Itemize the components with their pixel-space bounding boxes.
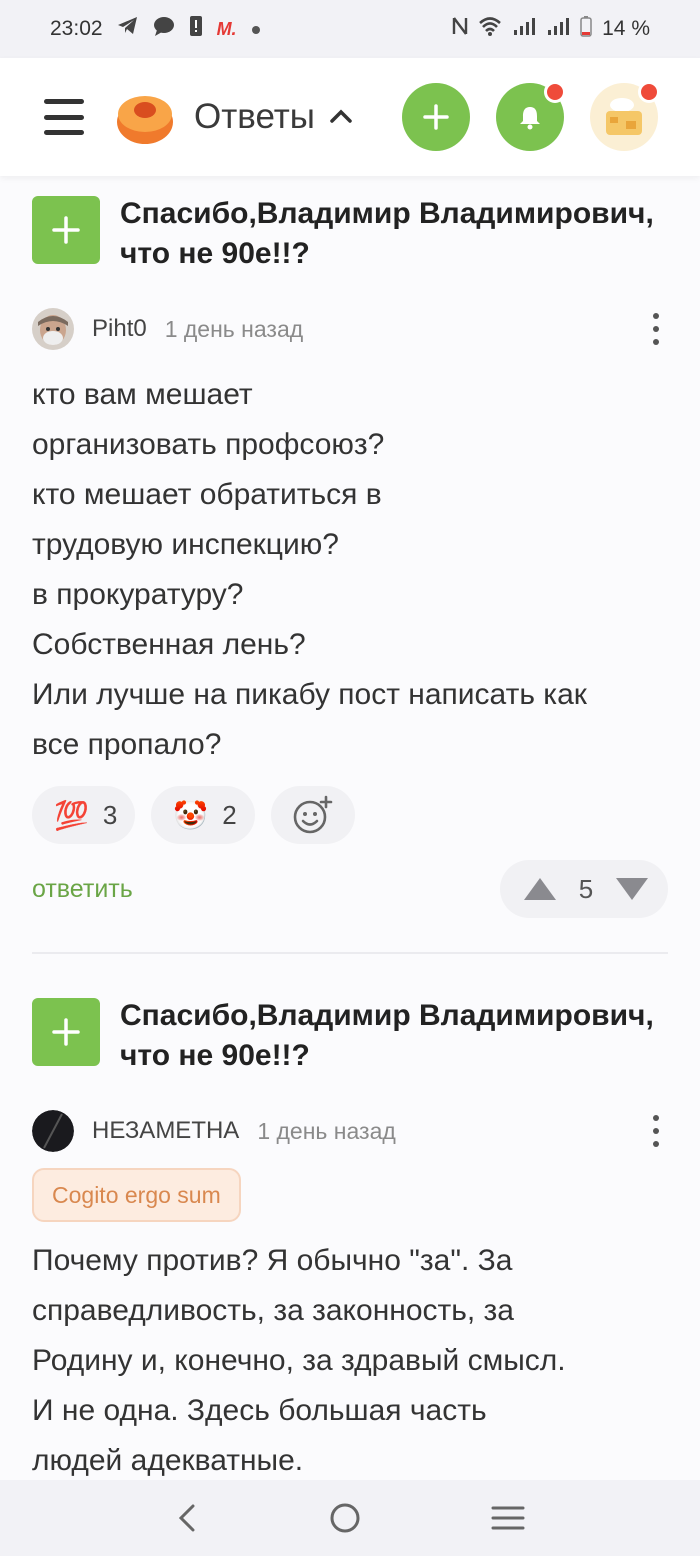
post-title-row: Спасибо,Владимир Владимирович, что не 90…: [32, 996, 668, 1076]
comment-line: людей адекватные.: [32, 1444, 304, 1477]
reaction-count: 3: [102, 799, 118, 830]
app-logo[interactable]: [114, 88, 176, 146]
avatar[interactable]: [32, 1110, 74, 1152]
comment-line: Родину и, конечно, за здравый смысл.: [32, 1344, 566, 1377]
comment-time: 1 день назад: [257, 1117, 396, 1144]
post-title-row: Спасибо,Владимир Владимирович, что не 90…: [32, 194, 668, 274]
app-header: Ответы: [0, 58, 700, 176]
user-badge: Cogito ergo sum: [32, 1168, 241, 1222]
comment-author[interactable]: НЕЗАМЕТНА: [92, 1117, 239, 1145]
expand-post-button[interactable]: [32, 998, 100, 1066]
avatar[interactable]: [32, 308, 74, 350]
chat-bubble-icon: [153, 16, 175, 42]
post-title[interactable]: Спасибо,Владимир Владимирович, что не 90…: [120, 996, 668, 1076]
plus-icon: [52, 216, 80, 244]
more-options-icon[interactable]: [644, 1111, 668, 1151]
add-emoji-icon: [293, 795, 332, 834]
notifications-button[interactable]: [496, 81, 566, 151]
reply-link[interactable]: ответить: [32, 875, 133, 904]
back-icon[interactable]: [175, 1502, 199, 1534]
comment-time: 1 день назад: [164, 315, 304, 342]
comment-line: в прокуратуру?: [32, 578, 244, 611]
comment-author[interactable]: Piht0: [92, 315, 147, 343]
comment-line: все пропало?: [32, 728, 222, 761]
divider: [32, 952, 668, 954]
add-post-button[interactable]: [402, 83, 470, 151]
hundred-points-icon: 💯: [54, 799, 89, 831]
comment-actions: ответить 5: [32, 860, 668, 918]
recents-icon[interactable]: [491, 1504, 525, 1532]
plus-icon: [423, 104, 449, 130]
vote-box: 5: [500, 860, 668, 918]
comment-line: организовать профсоюз?: [32, 428, 385, 461]
comment-header: НЕЗАМЕТНА 1 день назад: [32, 1106, 668, 1156]
more-options-icon[interactable]: [644, 309, 668, 349]
bell-icon: [520, 107, 540, 130]
comment-line: И не одна. Здесь большая часть: [32, 1394, 487, 1427]
reaction-clown[interactable]: 🤡 2: [151, 786, 255, 844]
telegram-icon: [117, 16, 139, 42]
comment-line: Или лучше на пикабу пост написать как: [32, 678, 587, 711]
section-title[interactable]: Ответы: [194, 97, 315, 137]
reaction-hundred[interactable]: 💯 3: [32, 786, 136, 844]
signal-icon: [512, 16, 536, 42]
reactions: 💯 3 🤡 2: [32, 786, 668, 844]
home-icon[interactable]: [329, 1502, 361, 1534]
upvote-icon[interactable]: [522, 876, 558, 902]
comment-header: Piht0 1 день назад: [32, 304, 668, 354]
chevron-up-icon[interactable]: [329, 103, 353, 131]
reaction-count: 2: [222, 799, 237, 830]
plus-icon: [52, 1018, 80, 1046]
comment-text: Почему против? Я обычно "за". За справед…: [32, 1236, 668, 1486]
wifi-icon: [478, 16, 502, 42]
downvote-icon[interactable]: [614, 876, 650, 902]
post-title[interactable]: Спасибо,Владимир Владимирович, что не 90…: [120, 194, 668, 274]
menu-icon[interactable]: [44, 99, 84, 135]
status-bar: 23:02 M. 14 %: [0, 0, 700, 58]
comment-line: кто вам мешает: [32, 378, 253, 411]
battery-level: 14 %: [602, 17, 650, 40]
comment-line: трудовую инспекцию?: [32, 528, 339, 561]
more-notifications-dot-icon: [251, 18, 261, 41]
comment-text: кто вам мешает организовать профсоюз? кт…: [32, 370, 668, 770]
user-avatar-button[interactable]: [590, 81, 660, 151]
system-nav-bar: [0, 1480, 700, 1556]
comment-line: Собственная лень?: [32, 628, 306, 661]
notification-dot: [544, 81, 566, 103]
comment-line: Почему против? Я обычно "за". За: [32, 1244, 513, 1277]
signal-2-icon: [546, 16, 570, 42]
clown-face-icon: 🤡: [173, 799, 209, 831]
expand-post-button[interactable]: [32, 196, 100, 264]
add-reaction-button[interactable]: [270, 786, 355, 844]
alert-icon: [189, 15, 203, 43]
comment-line: справедливость, за законность, за: [32, 1294, 514, 1327]
status-time: 23:02: [50, 17, 103, 40]
vote-count: 5: [578, 873, 594, 904]
profile-notification-dot: [638, 81, 660, 103]
nfc-icon: [452, 16, 468, 42]
app-logo-icon: M.: [216, 18, 237, 39]
battery-icon: [580, 15, 592, 43]
comment-line: кто мешает обратиться в: [32, 478, 382, 511]
